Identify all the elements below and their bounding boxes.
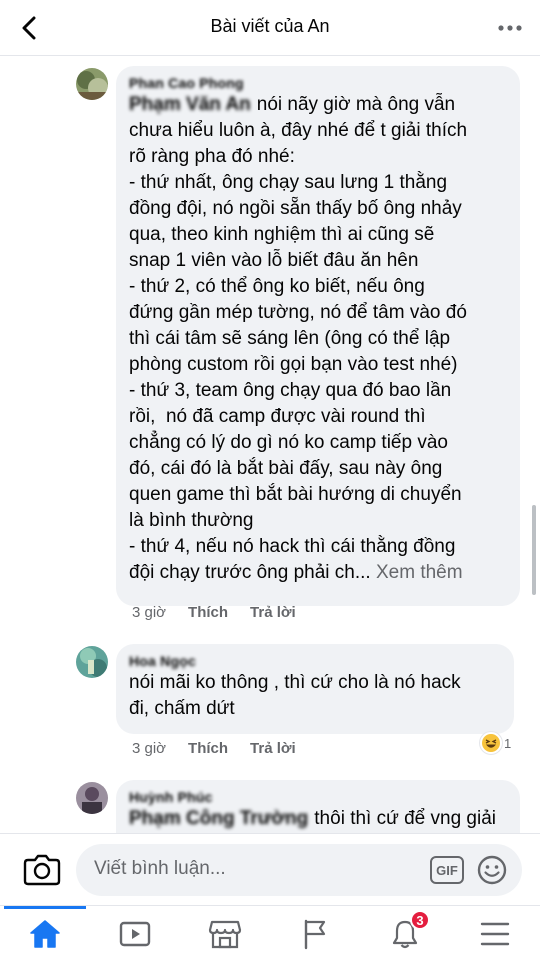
comment-text: Phạm Công Trường thôi thì cứ để vng giải [129,806,507,832]
camera-button[interactable] [22,852,62,888]
emoji-button[interactable] [476,854,508,886]
mention-tag[interactable]: Phạm Công Trường [129,806,308,832]
comment-actions: 3 giờ Thích Trả lời [132,604,296,621]
mention-tag[interactable]: Phạm Văn An [129,92,251,118]
haha-emoji-icon [480,732,502,754]
watch-icon [119,921,151,946]
comment-author[interactable]: Huỳnh Phúc [129,788,507,806]
page-title: Bài viết của An [210,16,330,36]
nav-menu[interactable] [450,906,540,960]
comment-bubble[interactable]: Hoa Ngọc nói mãi ko thông , thì cứ cho l… [116,644,514,734]
nav-watch[interactable] [90,906,180,960]
like-button[interactable]: Thích [188,740,228,757]
comment-input-placeholder: Viết bình luận... [94,858,226,879]
reaction-summary[interactable]: 1 [480,732,511,754]
active-tab-indicator [4,906,86,909]
comment-time: 3 giờ [132,740,167,757]
comment-body: thôi thì cứ để vng giải [314,808,496,829]
avatar[interactable] [76,68,108,100]
gif-button[interactable]: GIF [430,856,464,884]
home-icon [30,919,60,948]
camera-icon [23,854,61,886]
comment-author[interactable]: Hoa Ngọc [129,652,501,670]
comment-composer: Viết bình luận... GIF [0,833,540,905]
comment-body: nói nãy giờ mà ông vẫn chưa hiểu luôn à,… [129,94,468,583]
avatar-photo [76,782,108,814]
comment-author[interactable]: Phan Cao Phong [129,74,507,92]
nav-marketplace[interactable] [180,906,270,960]
reply-button[interactable]: Trả lời [250,740,296,757]
pages-flag-icon [304,919,326,949]
comment-text: nói mãi ko thông , thì cứ cho là nó hack… [129,672,461,719]
more-options-button[interactable] [494,12,526,44]
see-more-link[interactable]: Xem thêm [376,562,463,583]
avatar-photo [76,68,108,100]
scrollbar[interactable] [532,505,536,595]
bottom-nav: 3 [0,905,540,960]
marketplace-icon [208,920,242,948]
nav-home[interactable] [0,906,90,960]
top-bar: Bài viết của An [0,0,540,56]
menu-icon [480,922,510,945]
avatar-photo [76,646,108,678]
comment-actions: 3 giờ Thích Trả lời [132,740,296,757]
comment-time: 3 giờ [132,604,167,621]
like-button[interactable]: Thích [188,604,228,621]
reply-button[interactable]: Trả lời [250,604,296,621]
avatar[interactable] [76,646,108,678]
comment-bubble[interactable]: Phan Cao Phong Phạm Văn An nói nãy giờ mà… [116,66,520,606]
comment-text: Phạm Văn An nói nãy giờ mà ông vẫn chưa h… [129,92,507,586]
avatar[interactable] [76,782,108,814]
nav-pages[interactable] [270,906,360,960]
nav-notifications[interactable]: 3 [360,906,450,960]
smiley-icon [477,855,507,885]
notification-badge: 3 [410,910,430,930]
reaction-count: 1 [504,735,512,751]
more-horizontal-icon [498,25,522,31]
